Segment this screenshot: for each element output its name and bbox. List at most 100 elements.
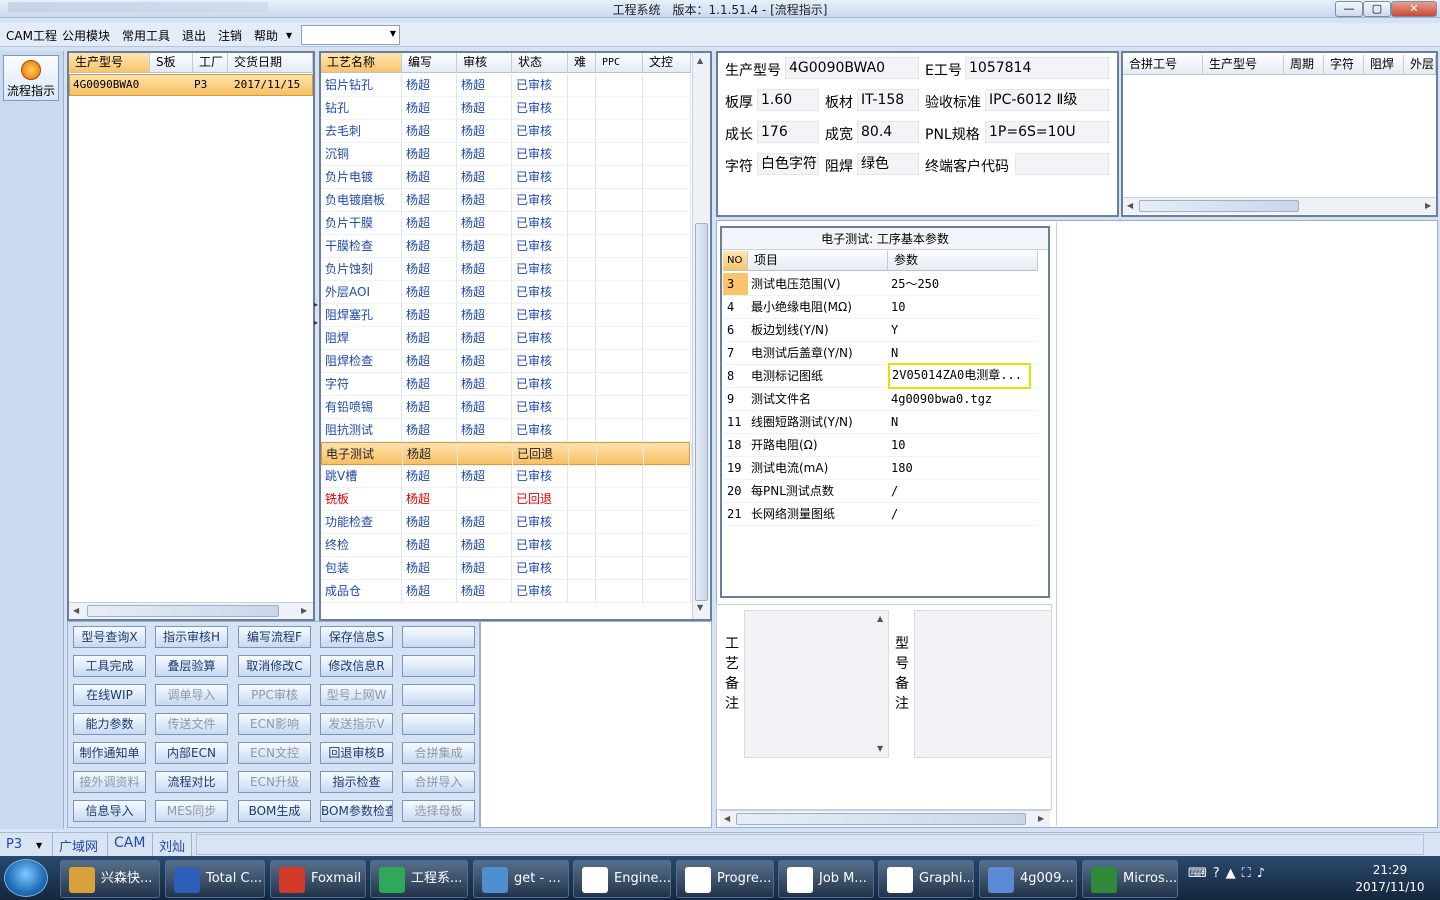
action-button[interactable]: 取消修改C (238, 655, 311, 677)
table-row[interactable]: 21 长网络测量图纸 / (723, 503, 1038, 526)
table-row[interactable]: 功能检查 杨超 杨超 已审核 (321, 511, 691, 534)
action-button[interactable]: 指示检查 (320, 771, 393, 793)
table-row[interactable]: 阻焊检查 杨超 杨超 已审核 (321, 350, 691, 373)
model-notes-field[interactable] (914, 610, 1052, 758)
action-button[interactable]: 修改信息R (320, 655, 393, 677)
taskbar-item[interactable]: 兴森快... (60, 860, 160, 898)
table-row[interactable]: 7 电测试后盖章(Y/N) N (723, 342, 1038, 365)
table-row[interactable]: 干膜检查 杨超 杨超 已审核 (321, 235, 691, 258)
action-button[interactable]: 型号查询X (73, 626, 146, 648)
process-header-writer[interactable]: 编写 (402, 53, 457, 73)
orders-header-model[interactable]: 生产型号 (69, 53, 150, 73)
action-button[interactable]: ECN升级 (238, 771, 311, 793)
scroll-down-icon[interactable]: ▼ (877, 744, 883, 753)
params-header-value[interactable]: 参数 (888, 251, 1038, 271)
taskbar-item[interactable]: Total C... (165, 860, 265, 898)
windows-start-icon[interactable] (4, 859, 48, 897)
action-button[interactable]: 叠层验算 (155, 655, 228, 677)
merge-header-cycle[interactable]: 周期 (1284, 55, 1324, 75)
table-row[interactable]: 阻焊 杨超 杨超 已审核 (321, 327, 691, 350)
menu-help[interactable]: 帮助 (254, 27, 278, 44)
table-row[interactable]: 沉铜 杨超 杨超 已审核 (321, 143, 691, 166)
merge-hscroll-thumb[interactable] (1139, 200, 1299, 212)
process-vscrollbar[interactable]: ▲ ▼ (692, 53, 710, 619)
param-value[interactable]: / (891, 503, 898, 525)
pnl-field[interactable]: 1P=6S=10U (985, 121, 1109, 143)
keyboard-icon[interactable]: ⌨ (1188, 866, 1213, 881)
orders-header-s[interactable]: S板 (150, 53, 193, 73)
table-row[interactable]: 6 板边划线(Y/N) Y (723, 319, 1038, 342)
scroll-up-icon[interactable]: ▲ (697, 56, 703, 65)
action-button[interactable]: PPC审核 (238, 684, 311, 706)
merge-header-outer[interactable]: 外层 (1404, 55, 1436, 75)
table-row[interactable]: 4 最小绝缘电阻(MΩ) 10 (723, 296, 1038, 319)
table-row[interactable]: 铣板 杨超 已回退 (321, 488, 691, 511)
standard-field[interactable]: IPC-6012 Ⅱ级 (985, 89, 1109, 111)
taskbar-item[interactable]: Micros... (1082, 860, 1178, 898)
param-value[interactable]: 2V05014ZA0电测章... (888, 363, 1031, 389)
table-row[interactable]: 11 线圈短路测试(Y/N) N (723, 411, 1038, 434)
process-notes-field[interactable] (744, 610, 889, 758)
flow-indicator-button[interactable]: 流程指示 (3, 55, 59, 101)
menu-exit[interactable]: 退出 (182, 27, 206, 44)
action-button[interactable]: ECN影响 (238, 713, 311, 735)
scroll-right-icon[interactable]: ▶ (301, 606, 307, 615)
table-row[interactable]: 跳V槽 杨超 杨超 已审核 (321, 465, 691, 488)
action-button[interactable]: 调单导入 (155, 684, 228, 706)
table-row[interactable]: 4G0090BWA0 P3 2017/11/15 (69, 74, 313, 96)
action-button[interactable]: 信息导入 (73, 800, 146, 822)
scroll-down-icon[interactable]: ▼ (697, 603, 703, 612)
table-row[interactable]: 铝片钻孔 杨超 杨超 已审核 (321, 74, 691, 97)
param-value[interactable]: 10 (891, 434, 905, 456)
action-button[interactable]: 流程对比 (155, 771, 228, 793)
action-button[interactable]: 编写流程F (238, 626, 311, 648)
action-button[interactable] (402, 713, 475, 735)
scroll-left-icon[interactable]: ◀ (724, 814, 730, 823)
taskbar-item[interactable]: get - ... (473, 860, 569, 898)
taskbar-item[interactable]: Progre... (676, 860, 774, 898)
menu-logout[interactable]: 注销 (218, 27, 242, 44)
action-button[interactable]: 回退审核B (320, 742, 393, 764)
action-button[interactable]: 合拼集成 (402, 742, 475, 764)
menu-combo-box[interactable]: ▼ (301, 25, 400, 45)
process-header-name[interactable]: 工艺名称 (321, 53, 402, 73)
param-value[interactable]: 10 (891, 296, 905, 318)
param-value[interactable]: N (891, 342, 898, 364)
site-selector[interactable]: P3 (6, 837, 22, 852)
tray-icons[interactable]: ⌨?▲⛶♪ (1188, 866, 1338, 892)
table-row[interactable]: 负片蚀刻 杨超 杨超 已审核 (321, 258, 691, 281)
help-icon[interactable]: ? (1213, 866, 1226, 881)
model-field[interactable]: 4G0090BWA0 (785, 57, 919, 79)
action-button[interactable] (402, 655, 475, 677)
action-button[interactable]: 接外调资料 (73, 771, 146, 793)
table-row[interactable]: 8 电测标记图纸 2V05014ZA0电测章... (723, 363, 1038, 389)
network-icon[interactable]: ⛶ (1242, 866, 1257, 881)
param-value[interactable]: Y (891, 319, 898, 341)
table-row[interactable]: 负片干膜 杨超 杨超 已审核 (321, 212, 691, 235)
menu-tools[interactable]: 常用工具 (122, 27, 170, 44)
taskbar-item[interactable]: Foxmail (270, 860, 366, 898)
action-button[interactable]: BOM生成 (238, 800, 311, 822)
action-button[interactable]: 能力参数 (73, 713, 146, 735)
table-row[interactable]: 字符 杨超 杨超 已审核 (321, 373, 691, 396)
process-header-doc[interactable]: 文控 (643, 53, 691, 73)
table-row[interactable]: 3 测试电压范围(V) 25～250 (723, 273, 1038, 296)
table-row[interactable]: 阻抗测试 杨超 杨超 已审核 (321, 419, 691, 442)
process-header-ppc[interactable]: PPC (596, 53, 643, 73)
taskbar-item[interactable]: Job M... (778, 860, 874, 898)
param-value[interactable]: N (891, 411, 898, 433)
table-row[interactable]: 阻焊塞孔 杨超 杨超 已审核 (321, 304, 691, 327)
thickness-field[interactable]: 1.60 (757, 89, 819, 111)
length-field[interactable]: 176 (757, 121, 819, 143)
scroll-left-icon[interactable]: ◀ (1127, 201, 1133, 210)
width-field[interactable]: 80.4 (857, 121, 919, 143)
action-button[interactable]: 选择母板 (402, 800, 475, 822)
menu-cam[interactable]: CAM工程 (6, 27, 57, 44)
orders-hscroll-thumb[interactable] (87, 605, 279, 617)
process-vscroll-thumb[interactable] (695, 223, 708, 601)
table-row[interactable]: 19 测试电流(mA) 180 (723, 457, 1038, 480)
action-button[interactable]: 保存信息S (320, 626, 393, 648)
scroll-up-icon[interactable]: ▲ (877, 614, 883, 623)
param-value[interactable]: 180 (891, 457, 913, 479)
action-button[interactable] (402, 684, 475, 706)
